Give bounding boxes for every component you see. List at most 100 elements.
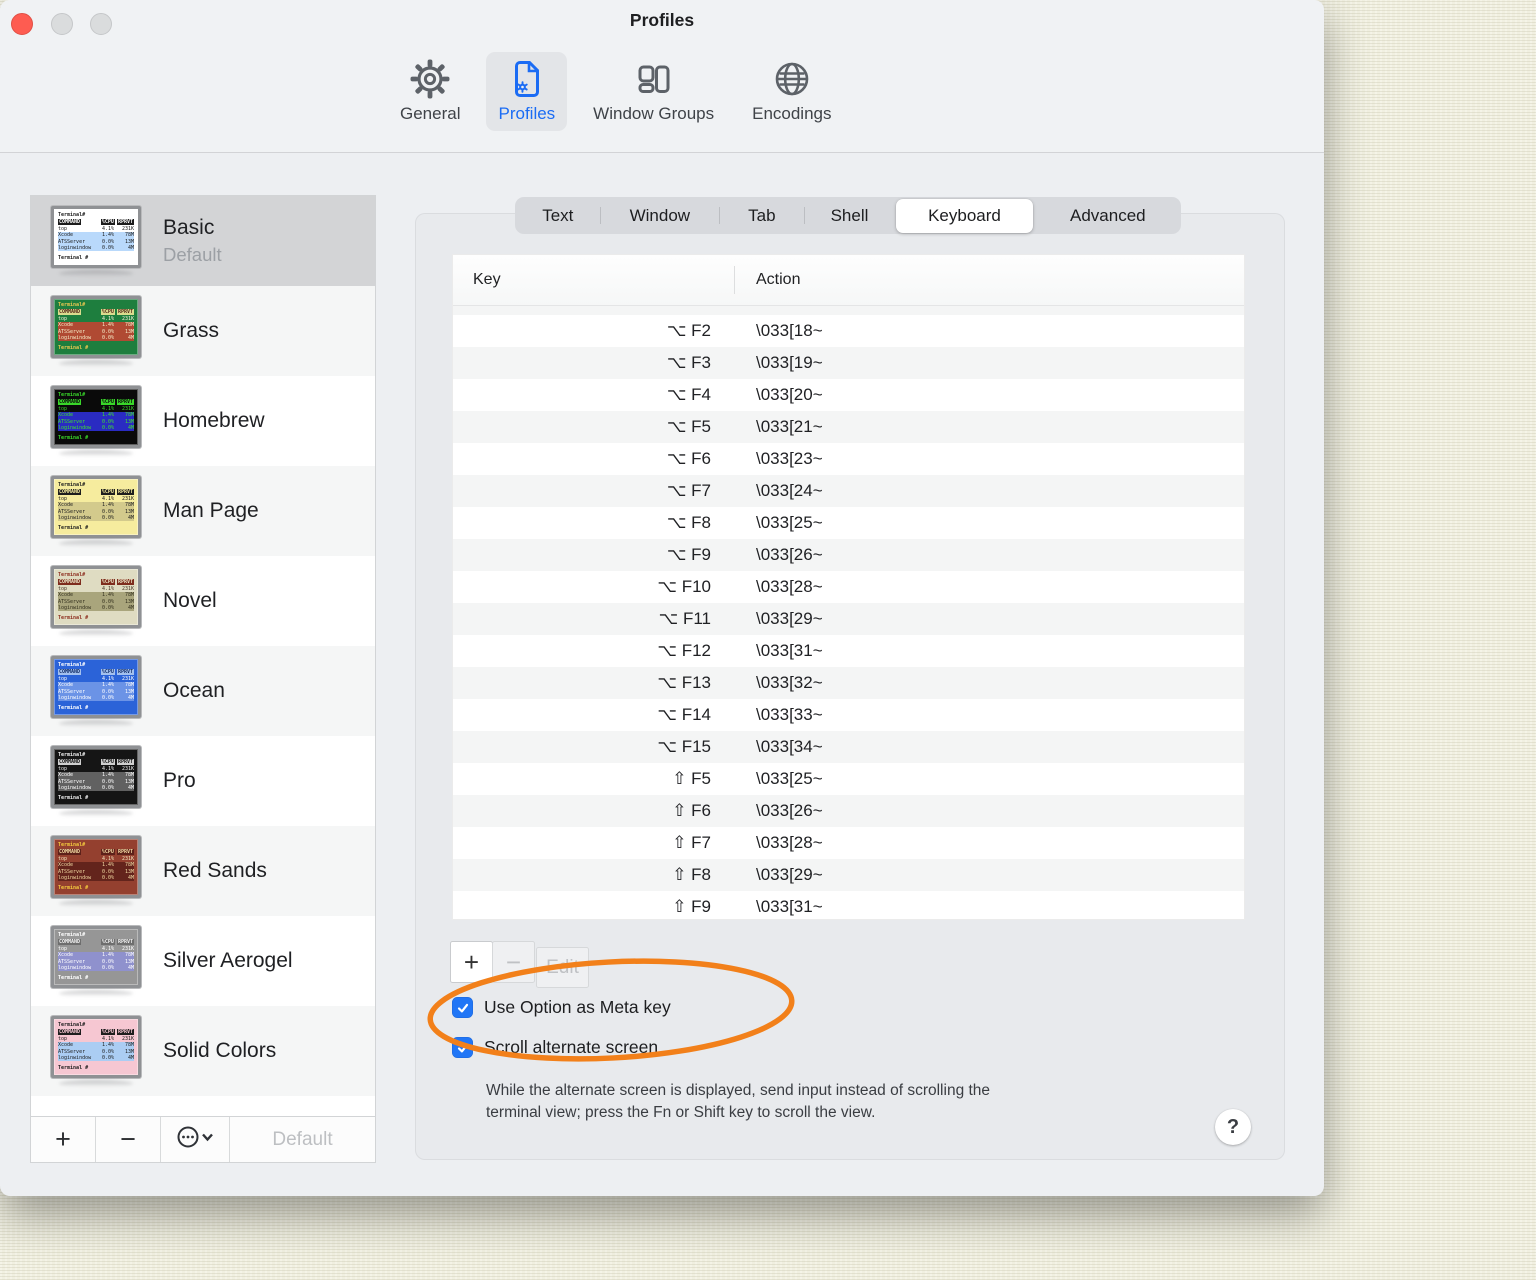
keyboard-shortcut-table: Key Action ⌥ F2 \033[18~ ⌥ F3 \033[19~ ⌥… [452, 254, 1245, 920]
desktop-background: Profiles General Profiles Window Groups … [0, 0, 1536, 1280]
profile-thumbnail: Terminal# COMMAND %CPU RPRVT top 4.1% 231K Xc… [51, 565, 141, 637]
table-row[interactable]: ⇧ F8 \033[29~ [453, 859, 1244, 891]
table-row[interactable]: ⌥ F5 \033[21~ [453, 411, 1244, 443]
profile-name: Grass [163, 319, 220, 342]
tab-advanced[interactable]: Advanced [1035, 197, 1181, 234]
checkmark-icon [457, 1003, 468, 1012]
table-row[interactable]: ⌥ F11 \033[29~ [453, 603, 1244, 635]
table-row[interactable]: ⌥ F10 \033[28~ [453, 571, 1244, 603]
profile-row-grass[interactable]: Terminal# COMMAND %CPU RPRVT top 4.1% 231K Xc… [31, 286, 375, 376]
titlebar-toolbar: Profiles General Profiles Window Groups … [0, 0, 1324, 153]
thumbnail-reflection [59, 359, 133, 367]
edit-shortcut-button[interactable]: Edit [536, 947, 589, 988]
table-body: ⌥ F2 \033[18~ ⌥ F3 \033[19~ ⌥ F4 \033[20… [453, 306, 1244, 919]
profile-row-solid-colors[interactable]: Terminal# COMMAND %CPU RPRVT top 4.1% 231K Xc… [31, 1006, 375, 1096]
preferences-window: Profiles General Profiles Window Groups … [0, 0, 1324, 1196]
table-row[interactable]: ⇧ F5 \033[25~ [453, 763, 1244, 795]
key-cell: ⇧ F7 [672, 833, 711, 852]
profile-row-basic[interactable]: Terminal# COMMAND %CPU RPRVT top 4.1% 231K Xc… [31, 196, 375, 286]
action-cell: \033[29~ [756, 865, 823, 884]
table-row[interactable]: ⌥ F2 \033[18~ [453, 315, 1244, 347]
profile-actions-button[interactable] [161, 1117, 230, 1162]
table-row[interactable]: ⇧ F6 \033[26~ [453, 795, 1244, 827]
toolbar-item-profiles[interactable]: Profiles [486, 52, 568, 131]
table-row[interactable]: ⌥ F15 \033[34~ [453, 731, 1244, 763]
key-cell: ⌥ F7 [666, 481, 711, 500]
tab-text[interactable]: Text [515, 197, 601, 234]
thumbnail-reflection [59, 1079, 133, 1087]
toolbar-item-general[interactable]: General [388, 52, 472, 131]
profile-row-homebrew[interactable]: Terminal# COMMAND %CPU RPRVT top 4.1% 231K Xc… [31, 376, 375, 466]
toolbar-item-encodings[interactable]: Encodings [740, 52, 843, 131]
key-cell: ⇧ F5 [672, 769, 711, 788]
action-cell: \033[25~ [756, 769, 823, 788]
action-cell: \033[18~ [756, 321, 823, 340]
action-cell: \033[31~ [756, 641, 823, 660]
table-row[interactable]: ⌥ F3 \033[19~ [453, 347, 1244, 379]
table-row[interactable]: ⌥ F6 \033[23~ [453, 443, 1244, 475]
key-cell: ⇧ F9 [672, 897, 711, 916]
profile-row-pro[interactable]: Terminal# COMMAND %CPU RPRVT top 4.1% 231K Xc… [31, 736, 375, 826]
table-row[interactable]: ⇧ F7 \033[28~ [453, 827, 1244, 859]
action-column-header: Action [756, 271, 801, 288]
use-option-as-meta-key-checkbox[interactable] [452, 997, 473, 1018]
profile-row-ocean[interactable]: Terminal# COMMAND %CPU RPRVT top 4.1% 231K Xc… [31, 646, 375, 736]
table-row[interactable]: ⌥ F12 \033[31~ [453, 635, 1244, 667]
table-row[interactable]: ⌥ F9 \033[26~ [453, 539, 1244, 571]
profile-name: Silver Aerogel [163, 949, 293, 972]
tab-window[interactable]: Window [600, 197, 719, 234]
checkbox-row-use-option-as-meta-key[interactable]: Use Option as Meta key [452, 997, 671, 1018]
action-cell: \033[34~ [756, 737, 823, 756]
action-cell: \033[21~ [756, 417, 823, 436]
thumbnail-reflection [59, 719, 133, 727]
profile-name: Homebrew [163, 409, 265, 432]
table-row[interactable]: ⌥ F7 \033[24~ [453, 475, 1244, 507]
table-row[interactable]: ⌥ F4 \033[20~ [453, 379, 1244, 411]
profile-tabs: Text Window Tab Shell Keyboard Advanced [515, 197, 1181, 234]
profile-name: Red Sands [163, 859, 267, 882]
checkbox-row-scroll-alternate-screen[interactable]: Scroll alternate screen [452, 1037, 658, 1058]
profile-row-novel[interactable]: Terminal# COMMAND %CPU RPRVT top 4.1% 231K Xc… [31, 556, 375, 646]
profile-row-red-sands[interactable]: Terminal# COMMAND %CPU RPRVT top 4.1% 231K Xc… [31, 826, 375, 916]
tab-tab[interactable]: Tab [718, 197, 805, 234]
table-row[interactable]: ⌥ F14 \033[33~ [453, 699, 1244, 731]
key-cell: ⇧ F8 [672, 865, 711, 884]
thumbnail-reflection [59, 539, 133, 547]
add-profile-button[interactable]: + [31, 1117, 96, 1162]
column-divider [734, 266, 735, 294]
add-shortcut-button[interactable]: + [450, 941, 493, 983]
profile-name: Ocean [163, 679, 225, 702]
action-cell: \033[26~ [756, 545, 823, 564]
key-cell: ⌥ F5 [666, 417, 711, 436]
profile-row-silver-aerogel[interactable]: Terminal# COMMAND %CPU RPRVT top 4.1% 231K Xc… [31, 916, 375, 1006]
thumbnail-reflection [59, 899, 133, 907]
checkmark-icon [457, 1043, 468, 1052]
action-cell: \033[29~ [756, 609, 823, 628]
action-cell: \033[31~ [756, 897, 823, 916]
scroll-alternate-screen-checkbox[interactable] [452, 1037, 473, 1058]
table-row[interactable]: ⌥ F8 \033[25~ [453, 507, 1244, 539]
table-row[interactable]: ⌥ F13 \033[32~ [453, 667, 1244, 699]
help-button[interactable]: ? [1215, 1109, 1251, 1145]
toolbar-item-window-groups[interactable]: Window Groups [581, 52, 726, 131]
key-cell: ⌥ F6 [666, 449, 711, 468]
key-cell: ⌥ F2 [666, 321, 711, 340]
profile-row-man-page[interactable]: Terminal# COMMAND %CPU RPRVT top 4.1% 231K Xc… [31, 466, 375, 556]
globe-icon [770, 57, 814, 101]
remove-profile-button[interactable]: − [96, 1117, 161, 1162]
ellipsis-circle-chevron-icon [176, 1125, 214, 1154]
table-header: Key Action [453, 255, 1244, 306]
profile-thumbnail: Terminal# COMMAND %CPU RPRVT top 4.1% 231K Xc… [51, 655, 141, 727]
table-row[interactable]: ⇧ F9 \033[31~ [453, 891, 1244, 919]
profile-name: Novel [163, 589, 217, 612]
key-cell: ⌥ F11 [658, 609, 711, 628]
default-profile-button[interactable]: Default [230, 1117, 375, 1162]
tab-shell[interactable]: Shell [804, 197, 895, 234]
key-cell: ⌥ F8 [666, 513, 711, 532]
action-cell: \033[28~ [756, 833, 823, 852]
profile-sidebar: Terminal# COMMAND %CPU RPRVT top 4.1% 231K Xc… [30, 195, 376, 1163]
remove-shortcut-button[interactable]: − [492, 941, 535, 983]
tab-keyboard[interactable]: Keyboard [895, 198, 1034, 233]
window-title: Profiles [629, 10, 695, 30]
profile-thumbnail: Terminal# COMMAND %CPU RPRVT top 4.1% 231K Xc… [51, 925, 141, 997]
